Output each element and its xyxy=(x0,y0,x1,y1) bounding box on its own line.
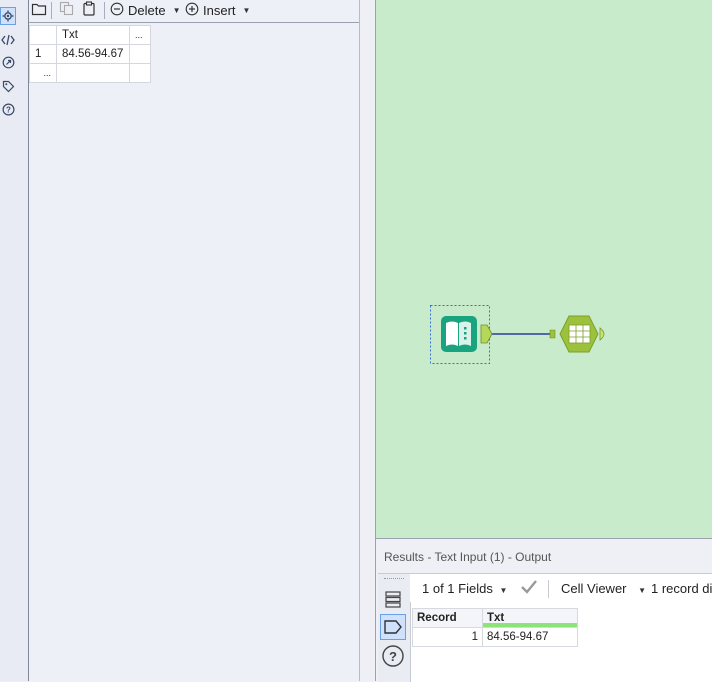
copy-icon xyxy=(59,1,75,19)
results-toolbar: 1 of 1 Fields ▼ Cell Viewer ▼ 1 record d… xyxy=(410,574,712,602)
text-input-grid: Txt ... 1 84.56-94.67 ... xyxy=(29,25,151,83)
add-column-header[interactable]: ... xyxy=(129,25,151,45)
folder-icon xyxy=(31,2,47,19)
column-header-txt[interactable]: Txt xyxy=(56,25,130,45)
left-icon-rail: ? xyxy=(0,0,29,681)
toolbar-divider xyxy=(51,2,52,19)
insert-label: Insert xyxy=(203,2,236,18)
svg-text:?: ? xyxy=(389,649,397,664)
field-quality-bar xyxy=(483,623,577,627)
grid-cell-empty[interactable] xyxy=(129,44,151,64)
plus-circle-icon xyxy=(185,2,199,19)
configuration-gear-icon[interactable] xyxy=(0,7,16,25)
chevron-down-icon: ▼ xyxy=(172,5,181,15)
browse-tool[interactable] xyxy=(559,315,599,353)
table-row: 1 84.56-94.67 xyxy=(29,44,151,64)
chevron-down-icon: ▼ xyxy=(638,586,647,595)
new-row-cell-empty[interactable] xyxy=(129,63,151,83)
browse-output-anchor[interactable] xyxy=(599,327,605,341)
grip-icon xyxy=(384,578,404,582)
results-pane: Results - Text Input (1) - Output ? 1 of… xyxy=(375,539,712,682)
header-txt[interactable]: Txt xyxy=(482,608,578,628)
table-row[interactable]: 1 84.56-94.67 xyxy=(412,627,578,647)
fields-selector[interactable]: 1 of 1 Fields ▼ xyxy=(422,581,507,596)
grid-corner-cell xyxy=(29,25,57,45)
cell-viewer-dropdown[interactable]: Cell Viewer ▼ xyxy=(561,581,646,596)
grid-cell-txt[interactable]: 84.56-94.67 xyxy=(56,44,130,64)
tag-icon xyxy=(384,620,402,634)
help-icon[interactable]: ? xyxy=(381,644,405,671)
annotation-icon[interactable] xyxy=(0,53,16,71)
header-record[interactable]: Record xyxy=(412,608,483,628)
chevron-down-icon: ▼ xyxy=(242,5,251,15)
paste-button[interactable] xyxy=(82,1,96,19)
text-input-tool[interactable] xyxy=(441,316,477,352)
copy-button[interactable] xyxy=(59,1,75,19)
results-side-toolbar: ? xyxy=(378,574,411,682)
configuration-panel: Delete ▼ Insert ▼ Txt ... 1 84.56-94.67 … xyxy=(29,0,360,681)
new-row: ... xyxy=(29,63,151,83)
metadata-view-button[interactable] xyxy=(380,614,406,640)
delete-button[interactable]: Delete ▼ xyxy=(110,1,181,19)
record-count-text: 1 record dis xyxy=(651,581,712,596)
new-row-cell[interactable] xyxy=(56,63,130,83)
results-title: Results - Text Input (1) - Output xyxy=(384,550,552,564)
minus-circle-icon xyxy=(110,2,124,19)
insert-button[interactable]: Insert ▼ xyxy=(185,1,250,19)
results-body: ? 1 of 1 Fields ▼ Cell Viewer ▼ 1 record… xyxy=(378,573,712,682)
delete-label: Delete xyxy=(128,2,166,18)
workflow-drawing xyxy=(430,305,605,364)
workflow-canvas[interactable] xyxy=(375,0,712,539)
input-anchor[interactable] xyxy=(549,329,556,339)
open-folder-button[interactable] xyxy=(31,1,47,19)
cell-txt[interactable]: 84.56-94.67 xyxy=(482,627,578,647)
output-anchor[interactable] xyxy=(480,324,493,344)
panel-splitter[interactable] xyxy=(360,0,375,681)
record-number: 1 xyxy=(412,627,483,647)
table-view-icon[interactable] xyxy=(383,589,403,612)
new-row-marker: ... xyxy=(29,63,57,83)
toolbar-divider xyxy=(104,2,105,19)
svg-text:?: ? xyxy=(6,105,11,114)
row-number: 1 xyxy=(29,44,57,64)
toolbar-divider xyxy=(548,580,549,598)
fields-label: 1 of 1 Fields xyxy=(422,581,493,596)
grid-header-row: Txt ... xyxy=(29,25,151,45)
tag-icon[interactable] xyxy=(0,77,16,95)
cell-viewer-label: Cell Viewer xyxy=(561,581,627,596)
chevron-down-icon: ▼ xyxy=(499,586,508,595)
checkmark-icon[interactable] xyxy=(520,579,538,598)
code-icon[interactable] xyxy=(0,31,16,49)
results-header-row: Record Txt xyxy=(412,608,578,628)
config-toolbar: Delete ▼ Insert ▼ xyxy=(29,0,359,23)
clipboard-icon xyxy=(82,1,96,19)
results-table: Record Txt 1 84.56-94.67 xyxy=(412,608,578,647)
help-icon[interactable]: ? xyxy=(0,100,16,118)
